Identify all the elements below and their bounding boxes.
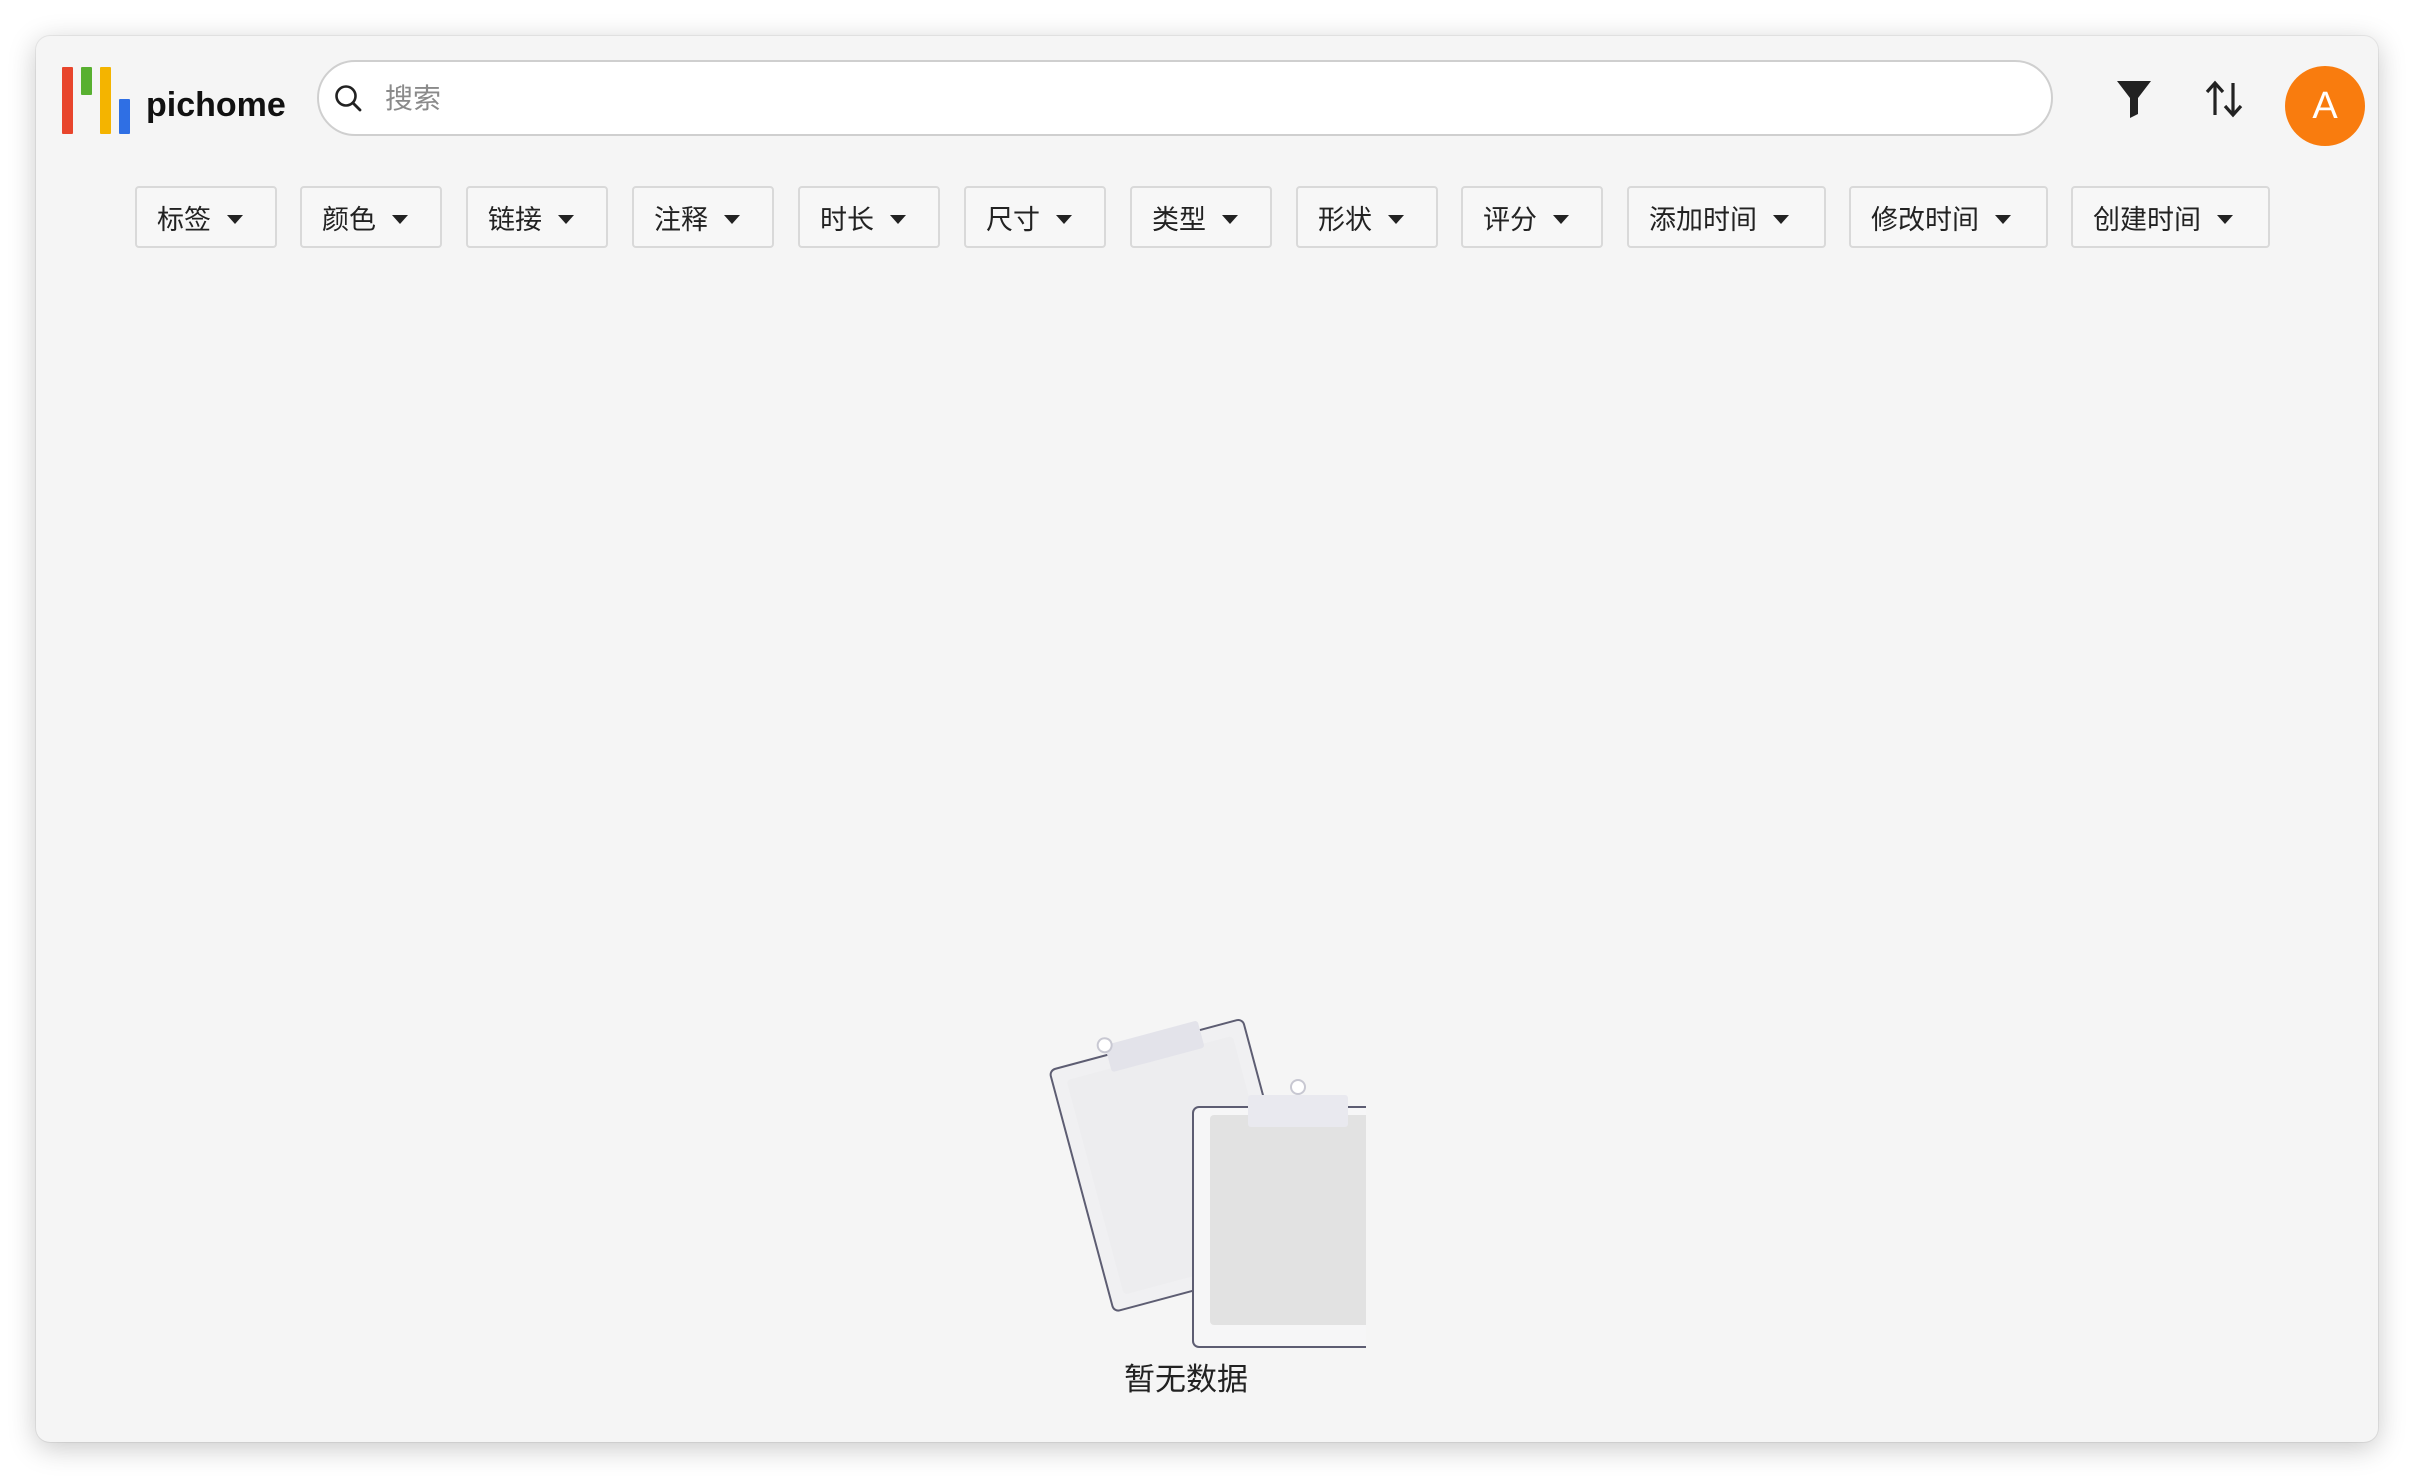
caret-down-icon xyxy=(1553,214,1569,224)
filter-label: 颜色 xyxy=(322,204,376,236)
avatar-initial: A xyxy=(2312,84,2338,127)
filter-label: 评分 xyxy=(1483,204,1537,236)
caret-down-icon xyxy=(227,214,243,224)
filter-rating-dropdown[interactable]: 评分 xyxy=(1461,186,1603,248)
filter-added-time-dropdown[interactable]: 添加时间 xyxy=(1627,186,1826,248)
filter-label: 链接 xyxy=(488,204,542,236)
filter-duration-dropdown[interactable]: 时长 xyxy=(798,186,940,248)
app-window: pichome A 标签 xyxy=(36,36,2378,1442)
sort-icon[interactable] xyxy=(2201,76,2247,122)
caret-down-icon xyxy=(1388,214,1404,224)
app-name: pichome xyxy=(146,86,286,124)
empty-clipboard-icon xyxy=(1046,996,1405,1366)
logo-bar-blue xyxy=(119,99,130,134)
filter-label: 添加时间 xyxy=(1649,204,1757,236)
logo-bar-yellow xyxy=(100,67,111,134)
filter-modified-time-dropdown[interactable]: 修改时间 xyxy=(1849,186,2048,248)
filter-label: 创建时间 xyxy=(2093,204,2201,236)
caret-down-icon xyxy=(890,214,906,224)
filter-type-dropdown[interactable]: 类型 xyxy=(1130,186,1272,248)
filter-label: 尺寸 xyxy=(986,204,1040,236)
logo-bar-red xyxy=(62,67,73,134)
caret-down-icon xyxy=(2217,214,2233,224)
logo-bar-green xyxy=(81,67,92,95)
empty-state-text: 暂无数据 xyxy=(1124,1362,1248,1398)
filter-label: 修改时间 xyxy=(1871,204,1979,236)
filter-label: 标签 xyxy=(157,204,211,236)
filter-created-time-dropdown[interactable]: 创建时间 xyxy=(2071,186,2270,248)
filter-label: 形状 xyxy=(1318,204,1372,236)
filter-label: 注释 xyxy=(654,204,708,236)
filter-color-dropdown[interactable]: 颜色 xyxy=(300,186,442,248)
filter-label: 类型 xyxy=(1152,204,1206,236)
caret-down-icon xyxy=(558,214,574,224)
search-input[interactable] xyxy=(383,80,1987,116)
caret-down-icon xyxy=(1773,214,1789,224)
user-avatar[interactable]: A xyxy=(2285,66,2365,146)
filter-shape-dropdown[interactable]: 形状 xyxy=(1296,186,1438,248)
search-icon xyxy=(331,81,365,115)
caret-down-icon xyxy=(724,214,740,224)
filter-annotation-dropdown[interactable]: 注释 xyxy=(632,186,774,248)
filter-tags-dropdown[interactable]: 标签 xyxy=(135,186,277,248)
app-logo[interactable]: pichome xyxy=(62,66,286,136)
caret-down-icon xyxy=(1056,214,1072,224)
caret-down-icon xyxy=(392,214,408,224)
search-bar[interactable] xyxy=(317,60,2053,136)
filter-size-dropdown[interactable]: 尺寸 xyxy=(964,186,1106,248)
caret-down-icon xyxy=(1222,214,1238,224)
caret-down-icon xyxy=(1995,214,2011,224)
filter-icon[interactable] xyxy=(2111,76,2157,122)
filter-link-dropdown[interactable]: 链接 xyxy=(466,186,608,248)
filter-label: 时长 xyxy=(820,204,874,236)
logo-mark xyxy=(62,66,134,136)
